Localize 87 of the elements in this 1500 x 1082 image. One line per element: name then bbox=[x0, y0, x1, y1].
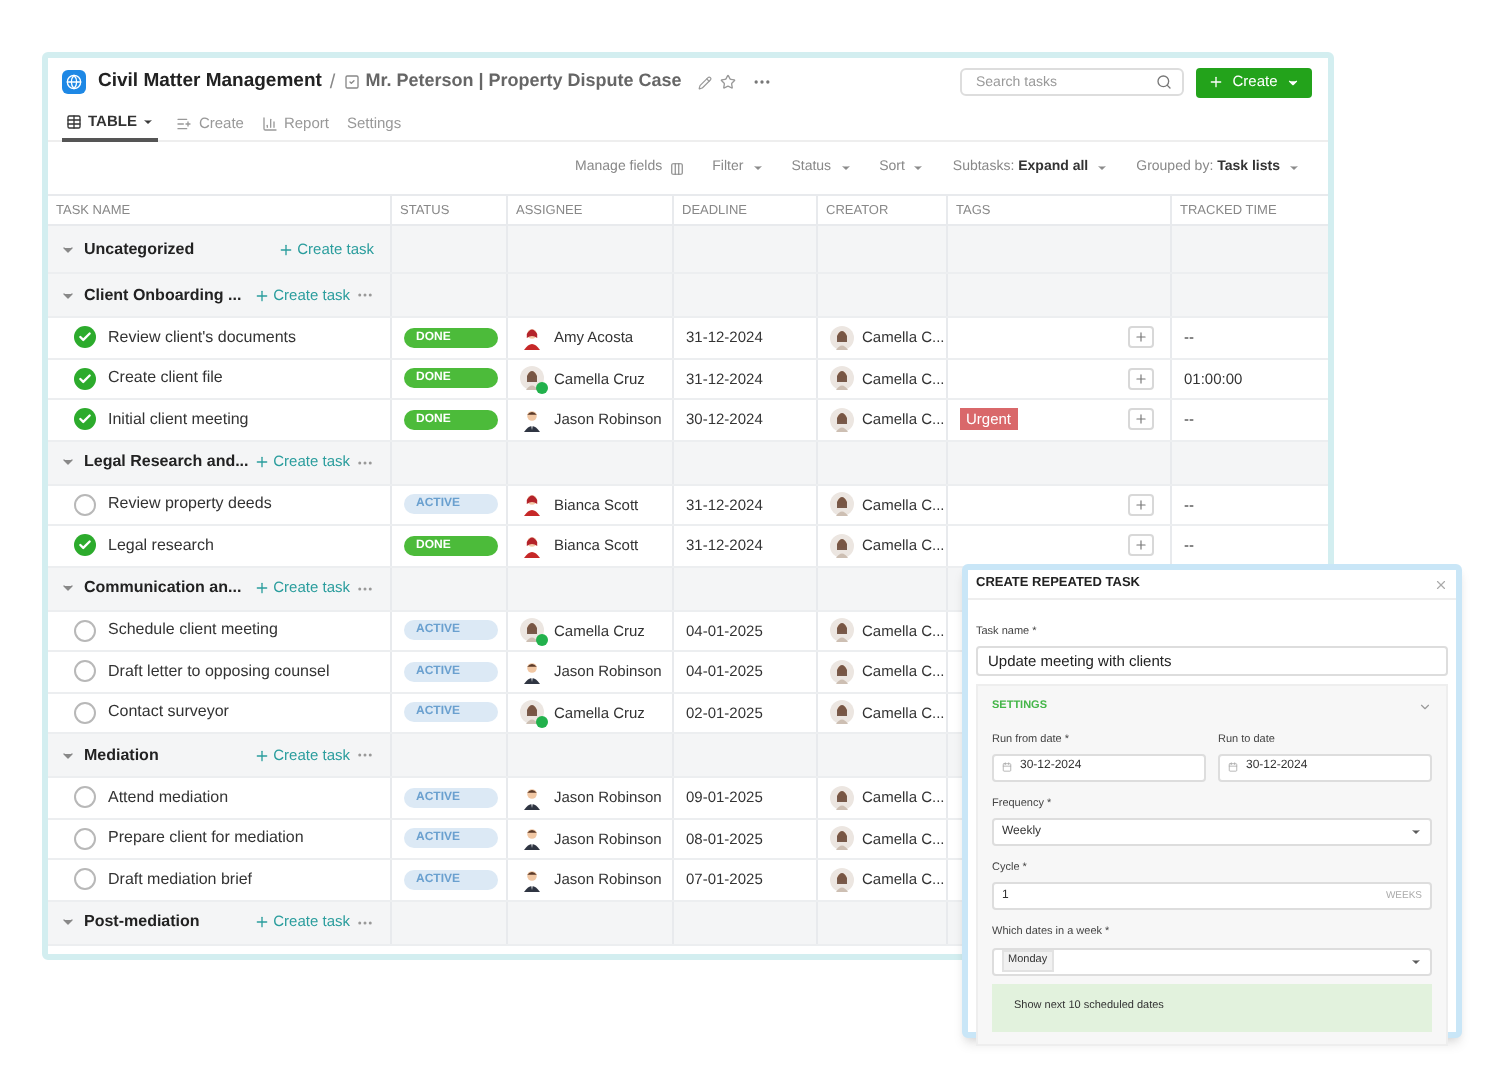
task-name[interactable]: Attend mediation bbox=[108, 785, 229, 810]
avatar-icon bbox=[830, 366, 854, 391]
close-icon[interactable] bbox=[1434, 577, 1448, 591]
task-name[interactable]: Create client file bbox=[108, 366, 223, 391]
caret-icon bbox=[1285, 75, 1300, 89]
done-check-icon[interactable] bbox=[74, 367, 96, 390]
search-icon bbox=[1156, 74, 1172, 90]
plus-icon bbox=[1208, 74, 1225, 90]
avatar-icon bbox=[830, 785, 854, 810]
check-icon bbox=[78, 538, 92, 553]
done-check-icon[interactable] bbox=[74, 408, 96, 431]
avatar-icon bbox=[830, 659, 854, 684]
caret-icon bbox=[1288, 162, 1300, 174]
plus-icon bbox=[1134, 538, 1148, 553]
table-icon bbox=[66, 113, 82, 129]
case-title: Mr. Peterson | Property Dispute Case bbox=[365, 68, 682, 95]
avatar-icon bbox=[830, 533, 854, 558]
plus-icon bbox=[1134, 412, 1148, 427]
avatar-icon bbox=[830, 325, 854, 350]
group-title: Client Onboarding ... bbox=[84, 283, 242, 307]
check-icon bbox=[78, 371, 92, 386]
plus-icon bbox=[1134, 371, 1148, 386]
task-name[interactable]: Review property deeds bbox=[108, 492, 272, 517]
add-tag-button[interactable] bbox=[1128, 367, 1154, 390]
caret-icon[interactable] bbox=[60, 580, 76, 596]
task-checkbox[interactable] bbox=[74, 701, 96, 724]
caret-icon bbox=[142, 115, 155, 127]
create-icon bbox=[176, 115, 193, 131]
task-name[interactable]: Draft letter to opposing counsel bbox=[108, 659, 330, 684]
avatar-icon bbox=[830, 407, 854, 432]
task-name[interactable]: Contact surveyor bbox=[108, 700, 229, 725]
task-checkbox[interactable] bbox=[74, 493, 96, 516]
task-name[interactable]: Initial client meeting bbox=[108, 407, 249, 432]
plus-icon bbox=[253, 747, 270, 763]
check-icon bbox=[78, 412, 92, 427]
calendar-icon bbox=[1228, 762, 1238, 773]
task-name[interactable]: Draft mediation brief bbox=[108, 867, 253, 892]
avatar-icon bbox=[830, 492, 854, 517]
group-title: Uncategorized bbox=[84, 237, 195, 261]
plus-icon bbox=[253, 580, 270, 596]
group-title: Legal Research and... bbox=[84, 450, 249, 474]
plus-icon bbox=[277, 241, 294, 257]
task-icon bbox=[343, 74, 360, 90]
task-name[interactable]: Prepare client for mediation bbox=[108, 826, 304, 851]
task-checkbox[interactable] bbox=[74, 868, 96, 891]
breadcrumb-separator: / bbox=[329, 69, 336, 97]
caret-icon bbox=[1410, 955, 1422, 967]
chevron-icon[interactable] bbox=[1418, 699, 1432, 714]
caret-icon[interactable] bbox=[60, 914, 76, 930]
add-tag-button[interactable] bbox=[1128, 408, 1154, 431]
group-title: Post-mediation bbox=[84, 910, 200, 934]
caret-icon bbox=[1096, 162, 1109, 174]
group-title: Mediation bbox=[84, 743, 159, 767]
star-icon[interactable] bbox=[719, 74, 736, 90]
plus-icon bbox=[1134, 497, 1148, 512]
done-check-icon[interactable] bbox=[74, 534, 96, 557]
task-name[interactable]: Schedule client meeting bbox=[108, 618, 278, 643]
avatar-icon bbox=[830, 700, 854, 725]
add-tag-button[interactable] bbox=[1128, 326, 1154, 349]
columns-icon bbox=[670, 161, 685, 175]
edit-icon[interactable] bbox=[697, 75, 712, 89]
caret-icon[interactable] bbox=[60, 454, 76, 470]
task-checkbox[interactable] bbox=[74, 827, 96, 850]
task-checkbox[interactable] bbox=[74, 786, 96, 809]
add-tag-button[interactable] bbox=[1128, 493, 1154, 516]
plus-icon bbox=[253, 914, 270, 930]
task-name[interactable]: Review client's documents bbox=[108, 325, 297, 350]
check-icon bbox=[78, 330, 92, 345]
avatar-icon bbox=[830, 867, 854, 892]
report-icon bbox=[261, 115, 278, 131]
group-title: Communication an... bbox=[84, 576, 242, 600]
caret-icon bbox=[912, 162, 925, 174]
plus-icon bbox=[253, 454, 270, 470]
caret-icon bbox=[751, 162, 764, 174]
avatar-icon bbox=[830, 618, 854, 643]
done-check-icon[interactable] bbox=[74, 326, 96, 349]
task-checkbox[interactable] bbox=[74, 660, 96, 683]
avatar-icon bbox=[830, 826, 854, 851]
add-tag-button[interactable] bbox=[1128, 534, 1154, 557]
project-title[interactable]: Civil Matter Management bbox=[98, 67, 322, 97]
calendar-icon bbox=[1002, 762, 1012, 773]
task-name[interactable]: Legal research bbox=[108, 533, 214, 558]
caret-icon bbox=[839, 162, 852, 174]
plus-icon bbox=[1134, 330, 1148, 345]
caret-icon bbox=[1410, 826, 1422, 838]
task-checkbox[interactable] bbox=[74, 619, 96, 642]
plus-icon bbox=[253, 287, 270, 303]
